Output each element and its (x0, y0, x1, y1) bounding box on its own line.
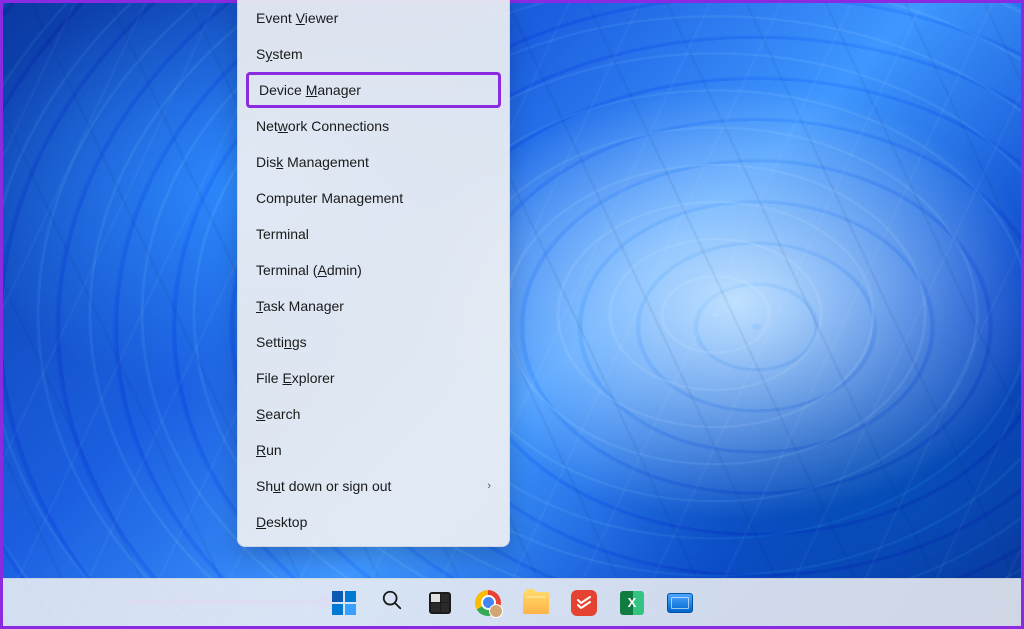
menu-item-label: Event Viewer (256, 10, 338, 26)
menu-item-label: Disk Management (256, 154, 369, 170)
menu-item-disk-management[interactable]: Disk Management (238, 144, 509, 180)
menu-item-label: Desktop (256, 514, 307, 530)
menu-item-shutdown-signout[interactable]: Shut down or sign out › (238, 468, 509, 504)
menu-item-label: Shut down or sign out (256, 478, 391, 494)
chrome-app[interactable] (468, 583, 508, 623)
menu-item-label: Computer Management (256, 190, 403, 206)
task-view-button[interactable] (420, 583, 460, 623)
menu-item-device-manager[interactable]: Device Manager (246, 72, 501, 108)
menu-item-terminal-admin[interactable]: Terminal (Admin) (238, 252, 509, 288)
start-icon (332, 591, 356, 615)
file-explorer-app[interactable] (516, 583, 556, 623)
todoist-icon (571, 590, 597, 616)
menu-item-label: Terminal (256, 226, 309, 242)
profile-avatar (489, 604, 503, 618)
menu-item-network-connections[interactable]: Network Connections (238, 108, 509, 144)
menu-item-label: Network Connections (256, 118, 389, 134)
start-button[interactable] (324, 583, 364, 623)
menu-item-search[interactable]: Search (238, 396, 509, 432)
task-view-icon (429, 592, 451, 614)
menu-item-run[interactable]: Run (238, 432, 509, 468)
menu-item-file-explorer[interactable]: File Explorer (238, 360, 509, 396)
menu-item-terminal[interactable]: Terminal (238, 216, 509, 252)
menu-item-label: System (256, 46, 303, 62)
chevron-right-icon: › (487, 480, 491, 492)
search-button[interactable] (372, 583, 412, 623)
desktop-wallpaper (3, 3, 1021, 626)
excel-icon: X (620, 591, 644, 615)
file-explorer-icon (523, 592, 549, 614)
remote-desktop-icon (667, 593, 693, 613)
menu-item-label: Terminal (Admin) (256, 262, 362, 278)
chrome-icon (475, 590, 501, 616)
todoist-app[interactable] (564, 583, 604, 623)
remote-desktop-app[interactable] (660, 583, 700, 623)
menu-item-label: Settings (256, 334, 307, 350)
menu-item-label: Run (256, 442, 282, 458)
taskbar: X (3, 578, 1021, 626)
menu-item-settings[interactable]: Settings (238, 324, 509, 360)
menu-item-desktop[interactable]: Desktop (238, 504, 509, 540)
menu-item-label: Task Manager (256, 298, 344, 314)
menu-item-label: Device Manager (259, 82, 361, 98)
menu-item-computer-management[interactable]: Computer Management (238, 180, 509, 216)
menu-item-task-manager[interactable]: Task Manager (238, 288, 509, 324)
search-icon (381, 589, 403, 616)
menu-item-system[interactable]: System (238, 36, 509, 72)
menu-item-label: Search (256, 406, 300, 422)
menu-item-event-viewer[interactable]: Event Viewer (238, 0, 509, 36)
excel-app[interactable]: X (612, 583, 652, 623)
winx-context-menu: Event Viewer System Device Manager Network … (237, 0, 510, 547)
menu-item-label: File Explorer (256, 370, 335, 386)
